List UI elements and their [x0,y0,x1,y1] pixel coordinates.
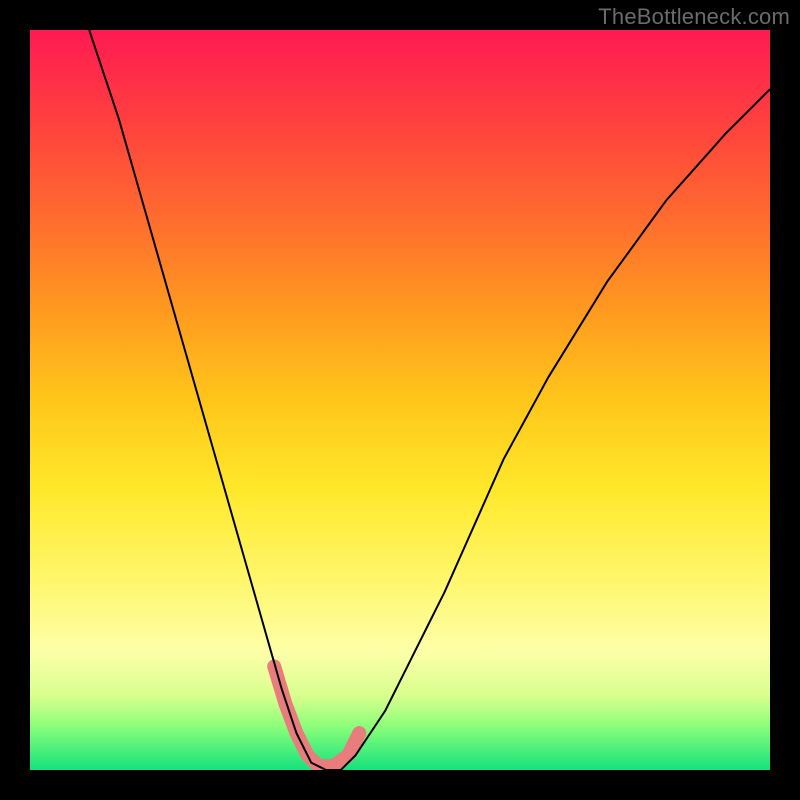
curves-svg [30,30,770,770]
bottleneck-curve [89,30,770,770]
chart-frame: TheBottleneck.com [0,0,800,800]
watermark-text: TheBottleneck.com [598,4,790,30]
plot-area [30,30,770,770]
highlight-segment [274,666,359,766]
